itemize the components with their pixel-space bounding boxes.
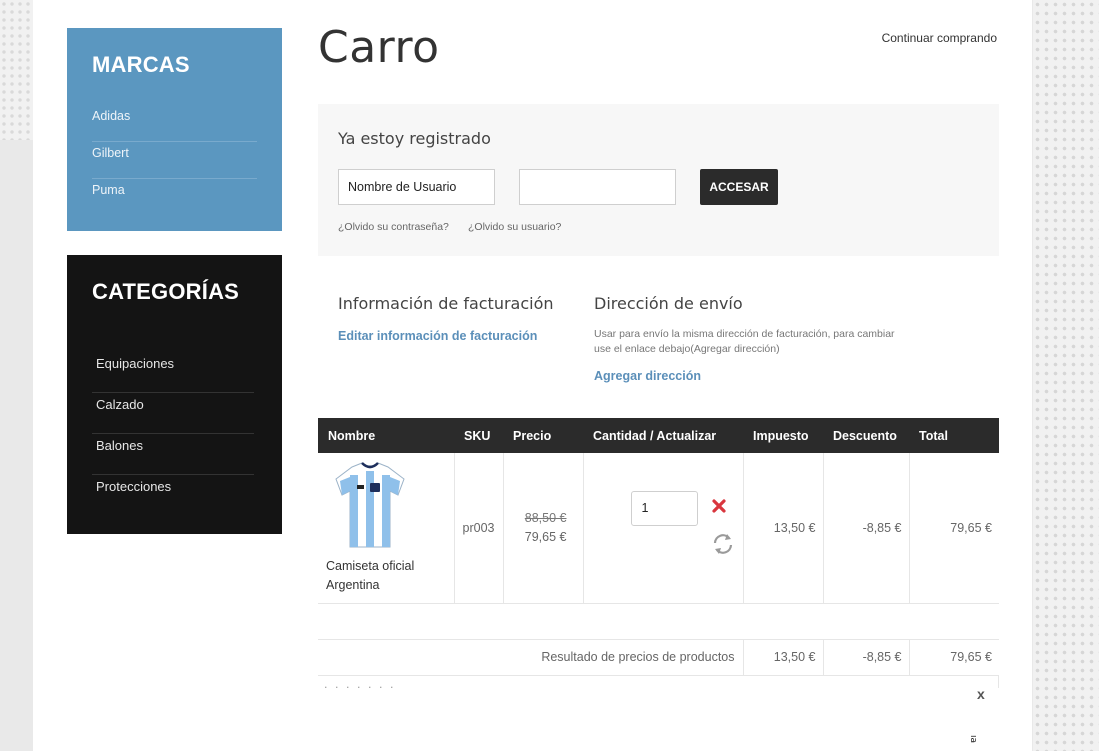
page-content: MARCAS Adidas Gilbert Puma CATEGORÍAS Eq… — [33, 0, 1032, 751]
brands-title: MARCAS — [92, 52, 190, 77]
brands-list: Adidas Gilbert Puma — [92, 105, 257, 216]
add-address-link[interactable]: Agregar dirección — [594, 369, 701, 383]
table-row: Camiseta oficial Argentina pr003 88,50 €… — [318, 453, 999, 604]
category-item-equipaciones[interactable]: Equipaciones — [92, 352, 254, 393]
cart-table: Nombre SKU Precio Cantidad / Actualizar … — [318, 418, 999, 676]
password-input[interactable] — [519, 169, 676, 205]
header-discount: Descuento — [823, 418, 909, 453]
category-item-protecciones[interactable]: Protecciones — [92, 475, 254, 516]
shipping-note: Usar para envío la misma dirección de fa… — [594, 328, 895, 355]
brand-item-gilbert[interactable]: Gilbert — [92, 142, 257, 179]
side-tab-label[interactable]: ıa — [968, 735, 978, 743]
login-heading: Ya estoy registrado — [338, 129, 491, 148]
background-pattern-right — [1033, 0, 1099, 751]
table-spacer-row — [318, 603, 999, 640]
shipping-title: Dirección de envío — [594, 294, 743, 313]
page-title: Carro — [318, 22, 440, 73]
quantity-cell: 1 — [583, 453, 744, 604]
login-button[interactable]: ACCESAR — [700, 169, 778, 205]
background-pattern-left — [0, 0, 33, 140]
refresh-icon[interactable] — [710, 531, 736, 557]
header-sku: SKU — [454, 418, 503, 453]
categories-panel: CATEGORÍAS Equipaciones Calzado Balones … — [67, 255, 282, 534]
brands-panel: MARCAS Adidas Gilbert Puma — [67, 28, 282, 231]
brand-item-puma[interactable]: Puma — [92, 179, 257, 216]
summary-discount: -8,85 € — [823, 639, 910, 676]
delete-icon[interactable] — [711, 499, 726, 513]
product-old-price: 88,50 € — [524, 510, 567, 525]
product-discount: -8,85 € — [823, 453, 910, 604]
cart-header-row: Nombre SKU Precio Cantidad / Actualizar … — [318, 418, 999, 453]
summary-total: 79,65 € — [909, 639, 999, 676]
clipped-row: · · · · · · · — [318, 676, 999, 688]
product-image[interactable] — [330, 461, 410, 551]
product-tax: 13,50 € — [743, 453, 824, 604]
category-item-calzado[interactable]: Calzado — [92, 393, 254, 434]
product-cell: Camiseta oficial Argentina — [318, 453, 455, 604]
login-box: Ya estoy registrado Nombre de Usuario AC… — [318, 104, 999, 256]
summary-row: Resultado de precios de productos 13,50 … — [318, 639, 999, 676]
header-name: Nombre — [318, 418, 454, 453]
forgot-password-link[interactable]: ¿Olvido su contraseña? — [338, 221, 449, 233]
quantity-input[interactable]: 1 — [630, 491, 698, 526]
username-input[interactable]: Nombre de Usuario — [338, 169, 495, 205]
header-quantity: Cantidad / Actualizar — [583, 418, 743, 453]
summary-label: Resultado de precios de productos — [318, 639, 744, 676]
categories-title: CATEGORÍAS — [92, 279, 240, 304]
product-sku: pr003 — [454, 453, 504, 604]
billing-title: Información de facturación — [338, 294, 554, 313]
continue-shopping-link[interactable]: Continuar comprando — [882, 31, 997, 45]
product-price-cell: 88,50 € 79,65 € — [503, 453, 584, 604]
category-item-balones[interactable]: Balones — [92, 434, 254, 475]
product-price: 79,65 € — [524, 529, 567, 544]
header-tax: Impuesto — [743, 418, 823, 453]
header-price: Precio — [503, 418, 583, 453]
product-name[interactable]: Camiseta oficial Argentina — [326, 557, 446, 595]
forgot-username-link[interactable]: ¿Olvido su usuario? — [468, 221, 561, 233]
header-total: Total — [909, 418, 999, 453]
categories-list: Equipaciones Calzado Balones Proteccione… — [92, 352, 254, 516]
edit-billing-link[interactable]: Editar información de facturación — [338, 329, 537, 343]
brand-item-adidas[interactable]: Adidas — [92, 105, 257, 142]
summary-tax: 13,50 € — [743, 639, 824, 676]
product-total: 79,65 € — [909, 453, 999, 604]
close-overlay-button[interactable]: x — [977, 686, 985, 702]
